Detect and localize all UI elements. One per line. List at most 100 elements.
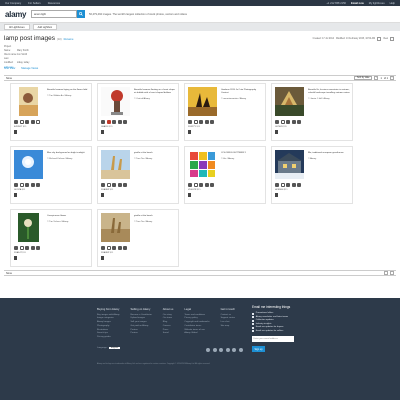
lightbox-icon[interactable] [117,246,122,250]
image-card[interactable]: Beautiful fir, luscious mountains in aut… [271,83,353,141]
download-icon[interactable] [101,193,104,197]
newsletter-option[interactable]: Email me updates for sellers [252,330,392,334]
image-thumbnail[interactable] [188,150,217,179]
footer-link[interactable]: Site map [221,325,236,329]
checkbox-icon[interactable] [252,326,255,329]
image-card[interactable]: Beautiful woman floating on a heart shap… [97,83,179,141]
cart-icon[interactable] [25,120,29,124]
topbar-link-resources[interactable]: Resources [48,2,60,5]
zoom-icon[interactable] [193,183,198,187]
checkbox-icon[interactable] [252,319,255,322]
footer-link[interactable]: Alamy Global [184,332,209,336]
download-icon[interactable] [275,130,278,134]
download-icon[interactable] [188,193,191,197]
remove-icon[interactable] [210,183,214,187]
remove-icon[interactable] [210,120,214,124]
lightbox-icon[interactable] [30,246,35,250]
next-page-button[interactable] [390,271,394,275]
image-thumbnail[interactable] [14,87,43,116]
download-icon[interactable] [101,256,104,260]
remove-icon[interactable] [123,246,127,250]
newsletter-email-input[interactable]: Enter your email address [252,336,294,342]
grid-view-link[interactable]: Grid View [4,67,15,70]
tab-add-lightbox[interactable]: Add Lightbox [32,24,58,30]
cart-icon[interactable] [112,183,116,187]
download-icon[interactable] [14,256,17,260]
remove-icon[interactable] [297,183,301,187]
search-button[interactable] [77,10,85,18]
remove-icon[interactable] [36,246,40,250]
cart-icon[interactable] [25,183,29,187]
lightbox-icon[interactable] [117,120,122,124]
footer-link[interactable]: Partner [131,332,152,336]
cart-icon[interactable] [112,246,116,250]
checkbox-icon[interactable] [252,312,255,315]
lightbox-icon[interactable] [204,183,209,187]
topbar-link-sellers[interactable]: For Sellers [28,2,41,5]
lightbox-icon[interactable] [30,183,35,187]
email-link[interactable]: Email now [351,2,364,5]
info-icon[interactable] [101,120,105,124]
prev-page-button[interactable] [384,271,388,275]
manage-views-link[interactable]: Manage Views [21,67,38,70]
cart-icon[interactable] [286,120,290,124]
alamy-logo[interactable]: alamy [5,10,29,19]
image-thumbnail[interactable] [101,213,130,242]
image-thumbnail[interactable] [101,87,130,116]
next-page-button[interactable]: › [390,76,394,80]
image-thumbnail[interactable] [101,150,130,179]
add-more-link[interactable]: add more [4,67,396,69]
my-lightboxes-link[interactable]: My lightboxes [369,2,385,5]
tab-all-lightboxes[interactable]: All Lightboxes [4,24,30,30]
info-icon[interactable] [275,120,279,124]
download-icon[interactable] [101,130,104,134]
info-icon[interactable] [188,120,192,124]
select-none-bottom[interactable]: None [6,272,12,275]
image-card[interactable]: giraffe at the beach © Tam Tim / Alamy DX… [97,209,179,267]
lightbox-icon[interactable] [291,120,296,124]
cart-icon[interactable] [199,120,203,124]
grid-view-icon[interactable] [377,37,382,41]
image-thumbnail[interactable] [275,87,304,116]
signup-button[interactable]: Sign up [252,346,265,352]
help-link[interactable]: Help [390,2,395,5]
zoom-icon[interactable] [106,246,111,250]
info-icon[interactable] [14,246,18,250]
footer-link[interactable]: Pricing guides [97,336,120,340]
topbar-link-company[interactable]: Our Company [5,2,21,5]
zoom-icon[interactable] [19,246,24,250]
lightbox-icon[interactable] [204,120,209,124]
linkedin-icon[interactable] [225,348,230,352]
image-thumbnail[interactable] [14,150,43,179]
lightbox-icon[interactable] [291,183,296,187]
zoom-icon[interactable] [280,120,285,124]
info-icon[interactable] [275,183,279,187]
cart-icon[interactable] [286,183,290,187]
facebook-icon[interactable] [206,348,210,352]
download-icon[interactable] [188,130,191,134]
instagram-icon[interactable] [238,348,243,352]
image-thumbnail[interactable] [14,213,43,242]
cart-icon[interactable] [199,183,203,187]
zoom-icon[interactable] [106,183,111,187]
prev-page-button[interactable]: ‹ [374,76,379,80]
zoom-icon[interactable] [106,120,111,124]
info-icon[interactable] [14,183,18,187]
info-icon[interactable] [188,183,192,187]
remove-icon[interactable] [297,120,301,124]
download-icon[interactable] [14,193,17,197]
twitter-icon[interactable] [212,348,217,352]
image-card[interactable]: Bla, traditional european guesthouse © Al… [271,146,353,204]
remove-icon[interactable] [123,120,127,124]
footer-link[interactable]: Social [163,332,174,336]
zoom-icon[interactable] [193,120,198,124]
lightbox-icon[interactable] [30,120,35,124]
zoom-icon[interactable] [280,183,285,187]
zoom-icon[interactable] [19,120,24,124]
download-icon[interactable] [14,130,17,134]
search-input[interactable]: amen light [31,10,77,18]
language-select[interactable]: English [109,347,120,349]
checkbox-icon[interactable] [252,323,255,326]
lightbox-icon[interactable] [117,183,122,187]
cart-icon[interactable] [112,120,116,124]
